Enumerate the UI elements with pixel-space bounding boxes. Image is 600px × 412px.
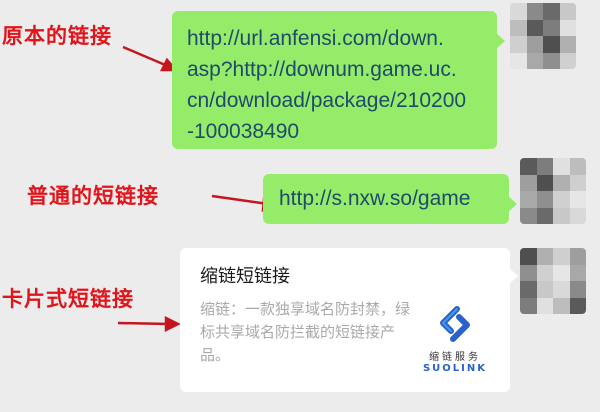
- avatar-pixel: [569, 248, 586, 265]
- avatar-pixel: [569, 207, 586, 224]
- arrow-2: [211, 194, 269, 206]
- url-line: http://url.anfensi.com/down.: [187, 27, 444, 50]
- arrow-3: [117, 321, 171, 326]
- avatar-pixel: [553, 248, 570, 265]
- avatar-pixel: [520, 248, 537, 265]
- avatar-pixel: [569, 174, 586, 191]
- avatar-pixel: [520, 191, 537, 208]
- logo-text-cn: 缩链服务: [429, 352, 481, 363]
- avatar-pixel: [553, 207, 570, 224]
- avatar-pixel: [520, 281, 537, 298]
- short-url-text: http://s.nxw.so/game: [279, 187, 471, 210]
- avatar-pixel: [536, 207, 553, 224]
- avatar-pixel: [559, 19, 576, 36]
- message-bubble-original-link[interactable]: http://url.anfensi.com/down. asp?http://…: [172, 11, 505, 149]
- suolink-logo-icon: [440, 306, 470, 342]
- avatar[interactable]: [520, 248, 586, 314]
- avatar-pixel: [553, 174, 570, 191]
- avatar-pixel: [553, 264, 570, 281]
- avatar-pixel: [536, 264, 553, 281]
- avatar-pixel: [510, 36, 527, 53]
- url-line: asp?http://downum.game.uc.: [187, 58, 457, 81]
- avatar-pixel: [526, 19, 543, 36]
- avatar-pixel: [536, 191, 553, 208]
- avatar-pixel: [559, 36, 576, 53]
- avatar-pixel: [520, 264, 537, 281]
- arrow-1: [122, 45, 171, 69]
- avatar-pixel: [520, 174, 537, 191]
- avatar-pixel: [520, 207, 537, 224]
- card-description: 缩链：一款独享域名防封禁，绿标共享域名防拦截的短链接产品。: [200, 300, 411, 364]
- arrow-3-head: [164, 315, 181, 333]
- url-line: -100038490: [187, 120, 300, 143]
- message-bubble-short-link[interactable]: http://s.nxw.so/game: [263, 174, 517, 224]
- avatar-pixel: [569, 281, 586, 298]
- suolink-logo: 缩链服务 SUOLINK: [420, 304, 490, 376]
- avatar-pixel: [569, 191, 586, 208]
- avatar-pixel: [553, 297, 570, 314]
- avatar-pixel: [543, 36, 560, 53]
- avatar-pixel: [569, 297, 586, 314]
- avatar-pixel: [543, 19, 560, 36]
- avatar-pixel: [569, 158, 586, 175]
- avatar-pixel: [553, 158, 570, 175]
- avatar-pixel: [553, 191, 570, 208]
- avatar-pixel: [569, 264, 586, 281]
- avatar-pixel: [559, 52, 576, 69]
- avatar-pixel: [510, 52, 527, 69]
- avatar-pixel: [536, 248, 553, 265]
- avatar-pixel: [543, 52, 560, 69]
- card-message[interactable]: 缩链短链接 缩链：一款独享域名防封禁，绿标共享域名防拦截的短链接产品。 缩链服务…: [180, 248, 518, 392]
- avatar-pixel: [536, 174, 553, 191]
- avatar-pixel: [526, 3, 543, 20]
- avatar-pixel: [510, 19, 527, 36]
- avatar[interactable]: [520, 158, 586, 224]
- avatar-pixel: [520, 297, 537, 314]
- avatar-pixel: [536, 158, 553, 175]
- card-title: 缩链短链接: [200, 266, 290, 287]
- avatar-pixel: [520, 158, 537, 175]
- avatar-pixel: [510, 3, 527, 20]
- avatar-pixel: [553, 281, 570, 298]
- avatar-pixel: [526, 52, 543, 69]
- avatar[interactable]: [510, 3, 576, 69]
- avatar-pixel: [526, 36, 543, 53]
- url-line: cn/download/package/210200: [187, 89, 467, 112]
- avatar-pixel: [559, 3, 576, 20]
- avatar-pixel: [536, 281, 553, 298]
- avatar-pixel: [543, 3, 560, 20]
- avatar-pixel: [536, 297, 553, 314]
- logo-text-en: SUOLINK: [422, 363, 488, 374]
